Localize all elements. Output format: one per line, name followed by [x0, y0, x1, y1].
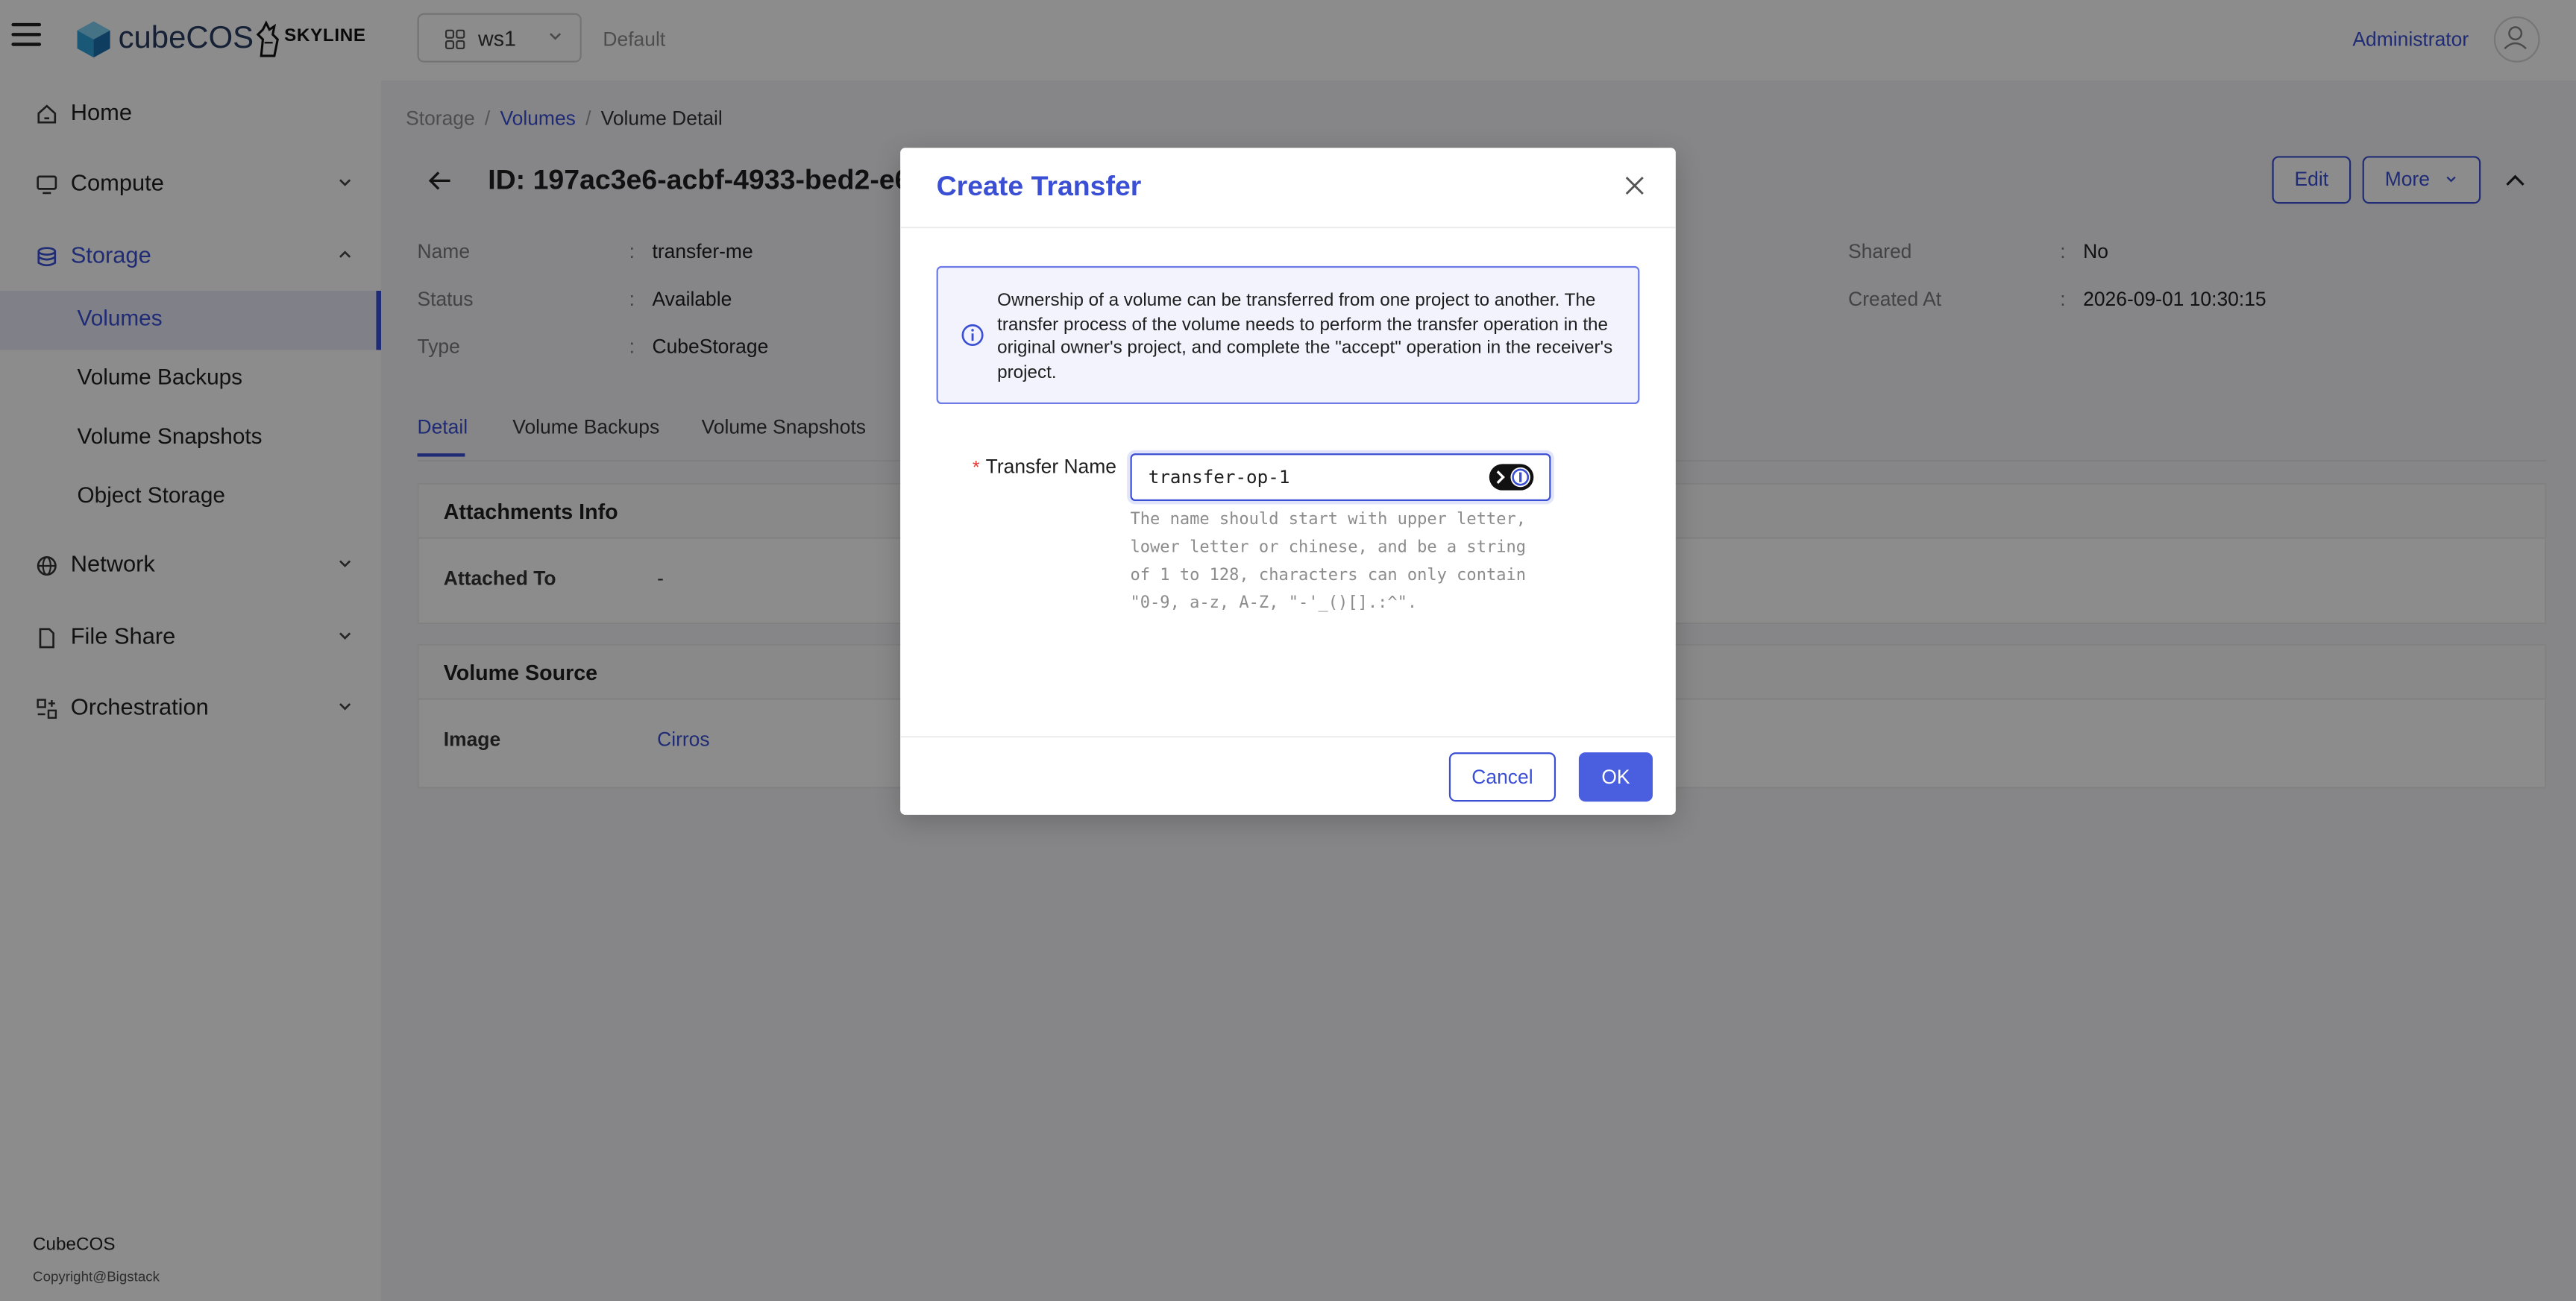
- alert-message: Ownership of a volume can be transferred…: [997, 290, 1613, 382]
- modal-title: Create Transfer: [936, 171, 1142, 203]
- close-icon[interactable]: [1623, 174, 1646, 198]
- info-icon: [961, 324, 984, 347]
- create-transfer-modal: Create Transfer Ownership of a volume ca…: [900, 148, 1676, 815]
- cancel-button[interactable]: Cancel: [1448, 752, 1556, 802]
- ok-button[interactable]: OK: [1578, 752, 1653, 802]
- modal-footer-divider: [900, 736, 1676, 738]
- required-mark: *: [973, 458, 980, 479]
- page: cubeCOS SKYLINE ws1 Default Administrato…: [0, 0, 2576, 1301]
- transfer-name-label: Transfer Name: [985, 455, 1116, 479]
- transfer-name-help: The name should start with upper letter,…: [1130, 511, 1527, 613]
- modal-header-divider: [900, 227, 1676, 229]
- password-manager-icon[interactable]: [1489, 463, 1535, 491]
- info-alert: Ownership of a volume can be transferred…: [936, 265, 1640, 405]
